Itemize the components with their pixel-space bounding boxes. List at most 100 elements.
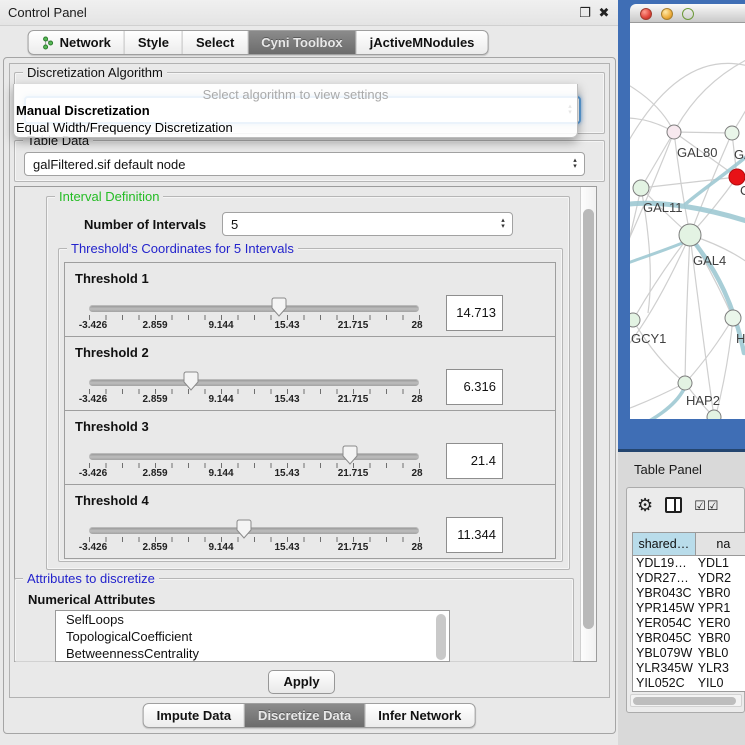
apply-button[interactable]: Apply: [268, 670, 335, 694]
tab-impute-data[interactable]: Impute Data: [144, 704, 245, 727]
split-columns-icon[interactable]: [665, 497, 682, 513]
node-gal80[interactable]: [667, 125, 681, 139]
table-row[interactable]: YER054CYER0: [633, 616, 745, 631]
bottom-tabbar: Impute Data Discretize Data Infer Networ…: [143, 703, 476, 728]
tick-label: 28: [411, 320, 422, 331]
tab-select[interactable]: Select: [183, 31, 248, 54]
tick-label: 2.859: [142, 468, 167, 479]
tick-label: 2.859: [142, 320, 167, 331]
tick-label: 28: [411, 542, 422, 553]
thresholds-stack: Threshold 1 -3.426 2.859 9.144 15.43 21.…: [64, 263, 556, 559]
table-panel: Table Panel ⚙ ☑☑ shared… na YDL19…YDL1 Y…: [618, 452, 745, 745]
threshold-3-value-field[interactable]: 21.4: [446, 443, 503, 479]
close-icon[interactable]: ✖: [595, 4, 613, 22]
threshold-3-slider-track[interactable]: [89, 453, 419, 460]
tick-label: -3.426: [79, 320, 107, 331]
float-window-icon[interactable]: ❐: [576, 4, 594, 22]
threshold-4-slider-track[interactable]: [89, 527, 419, 534]
tab-discretize-data[interactable]: Discretize Data: [245, 704, 365, 727]
close-traffic-light[interactable]: [640, 8, 652, 20]
screen: Control Panel ❐ ✖ Network Style Select C…: [0, 0, 745, 745]
table-row[interactable]: YBR045CYBR0: [633, 631, 745, 646]
table-header-row: shared… na: [633, 533, 745, 556]
control-panel-title: Control Panel: [8, 5, 87, 20]
tick-label: -3.426: [79, 394, 107, 405]
node-label: GAL4: [693, 253, 726, 268]
minimize-traffic-light[interactable]: [661, 8, 673, 20]
checked-checkboxes-icon[interactable]: ☑☑: [694, 499, 719, 512]
node-gal4[interactable]: [679, 224, 701, 246]
tick-label: 2.859: [142, 394, 167, 405]
settings-vertical-scrollbar[interactable]: [580, 187, 596, 661]
number-of-intervals-combobox[interactable]: 5 ▴▾: [222, 212, 513, 236]
column-header-shared-name[interactable]: shared…: [633, 533, 696, 555]
table-row[interactable]: YBL079WYBL0: [633, 646, 745, 661]
tick-label: 15.43: [274, 394, 299, 405]
zoom-traffic-light[interactable]: [682, 8, 694, 20]
spinner-down-icon: ▾: [501, 224, 505, 230]
table-data-value: galFiltered.sif default node: [33, 157, 185, 172]
list-item[interactable]: SelfLoops: [56, 611, 449, 628]
list-scrollbar-thumb[interactable]: [436, 614, 446, 660]
dropdown-option-equal-width[interactable]: Equal Width/Frequency Discretization: [14, 119, 577, 136]
tab-cyni-toolbox[interactable]: Cyni Toolbox: [248, 31, 356, 54]
table-row[interactable]: YIL052CYIL0: [633, 676, 745, 691]
node-label: H: [736, 331, 745, 346]
threshold-2-value-field[interactable]: 6.316: [446, 369, 503, 405]
list-item[interactable]: BetweennessCentrality: [56, 645, 449, 662]
table-panel-toolbar: ⚙ ☑☑: [637, 496, 719, 514]
list-item[interactable]: TopologicalCoefficient: [56, 628, 449, 645]
node-partial-bottom[interactable]: [707, 410, 721, 419]
table-row[interactable]: YDR27…YDR2: [633, 571, 745, 586]
threshold-1-value-field[interactable]: 14.713: [446, 295, 503, 331]
table-row[interactable]: YPR145WYPR1: [633, 601, 745, 616]
number-of-intervals-label: Number of Intervals: [84, 217, 206, 232]
column-header-name[interactable]: na: [696, 533, 745, 555]
threshold-3-panel: Threshold 3 -3.426 2.859 9.144 15.43 21.…: [64, 410, 556, 485]
threshold-4-value-field[interactable]: 11.344: [446, 517, 503, 553]
table-horizontal-scrollbar[interactable]: [630, 694, 742, 707]
slider-ticks: [89, 389, 420, 394]
node-partial-right[interactable]: [725, 310, 741, 326]
network-view-titlebar[interactable]: [630, 4, 745, 23]
gear-icon[interactable]: ⚙: [637, 496, 653, 514]
node-hap2[interactable]: [678, 376, 692, 390]
tick-label: 9.144: [208, 468, 233, 479]
tick-label: 9.144: [208, 320, 233, 331]
table-row[interactable]: YLR345WYLR3: [633, 661, 745, 676]
tab-style[interactable]: Style: [125, 31, 183, 54]
threshold-2-slider-thumb[interactable]: [184, 371, 199, 391]
tick-label: -3.426: [79, 542, 107, 553]
tick-label: 28: [411, 394, 422, 405]
network-canvas[interactable]: GAL80 GA GAL11 C GAL4 GCY1 H HAP2: [630, 23, 745, 419]
tick-label: 2.859: [142, 542, 167, 553]
scrollbar-thumb[interactable]: [633, 697, 736, 705]
table-panel-title: Table Panel: [634, 462, 702, 477]
interval-definition-title: Interval Definition: [55, 189, 163, 204]
table-data-combobox[interactable]: galFiltered.sif default node ▴▾: [24, 152, 585, 176]
tab-jactivemnodules[interactable]: jActiveMNodules: [357, 31, 488, 54]
scrollbar-thumb[interactable]: [583, 209, 594, 629]
threshold-4-slider-thumb[interactable]: [237, 519, 252, 539]
tab-infer-network[interactable]: Infer Network: [365, 704, 474, 727]
table-row[interactable]: YBR043CYBR0: [633, 586, 745, 601]
dropdown-prompt[interactable]: Select algorithm to view settings: [14, 84, 577, 102]
threshold-3-slider-thumb[interactable]: [342, 445, 357, 465]
node-partial-top-right[interactable]: [725, 126, 739, 140]
dropdown-option-manual-discretization[interactable]: Manual Discretization: [14, 102, 577, 119]
thresholds-group-title: Threshold's Coordinates for 5 Intervals: [67, 241, 298, 256]
tick-label: 9.144: [208, 542, 233, 553]
node-label: C: [740, 183, 745, 198]
threshold-1-slider-track[interactable]: [89, 305, 419, 312]
threshold-1-panel: Threshold 1 -3.426 2.859 9.144 15.43 21.…: [64, 262, 556, 337]
node-label: GCY1: [631, 331, 666, 346]
node-label: GAL80: [677, 145, 717, 160]
tab-network[interactable]: Network: [29, 31, 125, 54]
threshold-1-slider-thumb[interactable]: [272, 297, 287, 317]
threshold-4-panel: Threshold 4 -3.426 2.859 9.144 15.43 21.…: [64, 484, 556, 559]
node-gcy1[interactable]: [630, 313, 640, 327]
control-panel-tabbar: Network Style Select Cyni Toolbox jActiv…: [28, 30, 489, 55]
threshold-2-slider-track[interactable]: [89, 379, 419, 386]
table-row[interactable]: YDL19…YDL1: [633, 556, 745, 571]
node-gal11[interactable]: [633, 180, 649, 196]
